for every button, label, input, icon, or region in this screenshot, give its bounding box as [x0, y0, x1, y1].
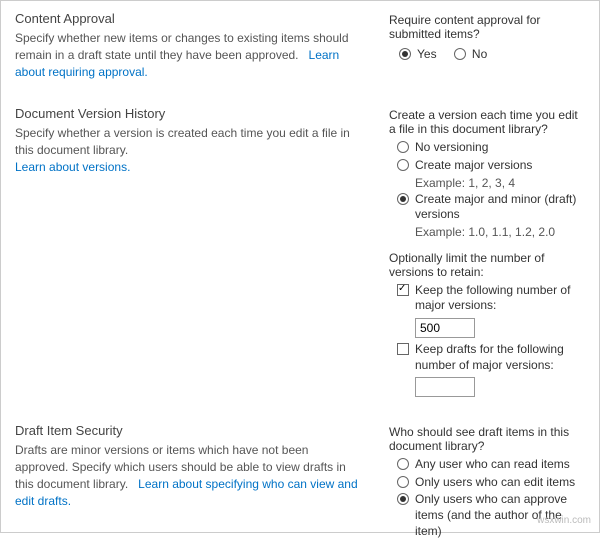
radio-major-minor-row[interactable]: Create major and minor (draft) versions: [397, 192, 585, 223]
input-keep-drafts-count[interactable]: [415, 377, 475, 397]
radio-edit[interactable]: [397, 476, 409, 488]
section-draft-security: Draft Item Security Drafts are minor ver…: [1, 403, 599, 547]
radio-edit-row[interactable]: Only users who can edit items: [397, 475, 585, 491]
radio-no-versioning[interactable]: [397, 141, 409, 153]
radio-yes[interactable]: [399, 48, 411, 60]
radio-major[interactable]: [397, 159, 409, 171]
check-keep-drafts-row[interactable]: Keep drafts for the following number of …: [397, 342, 585, 373]
draft-security-desc: Drafts are minor versions or items which…: [15, 442, 365, 509]
radio-yes-row[interactable]: Yes: [399, 47, 437, 63]
content-approval-title: Content Approval: [15, 11, 365, 26]
content-approval-radios: Yes No: [399, 45, 585, 65]
version-history-title: Document Version History: [15, 106, 365, 121]
radio-major-row[interactable]: Create major versions: [397, 158, 585, 174]
example-major-minor: Example: 1.0, 1.1, 1.2, 2.0: [415, 225, 585, 239]
version-history-desc-text: Specify whether a version is created eac…: [15, 126, 350, 157]
radio-major-minor[interactable]: [397, 193, 409, 205]
version-history-desc: Specify whether a version is created eac…: [15, 125, 365, 175]
radio-approve[interactable]: [397, 493, 409, 505]
label-keep-drafts: Keep drafts for the following number of …: [415, 342, 585, 373]
content-approval-desc: Specify whether new items or changes to …: [15, 30, 365, 80]
draft-question: Who should see draft items in this docum…: [389, 425, 585, 453]
label-major-minor: Create major and minor (draft) versions: [415, 192, 585, 223]
radio-no-label: No: [472, 47, 487, 63]
content-approval-question: Require content approval for submitted i…: [389, 13, 585, 41]
radio-no-versioning-row[interactable]: No versioning: [397, 140, 585, 156]
radio-no[interactable]: [454, 48, 466, 60]
version-history-right: Create a version each time you edit a fi…: [385, 106, 585, 397]
version-question: Create a version each time you edit a fi…: [389, 108, 585, 136]
label-major: Create major versions: [415, 158, 532, 174]
link-versions[interactable]: Learn about versions.: [15, 160, 130, 174]
label-edit: Only users who can edit items: [415, 475, 575, 491]
watermark: wsxwin.com: [537, 515, 591, 526]
limit-question: Optionally limit the number of versions …: [389, 251, 585, 279]
radio-read[interactable]: [397, 458, 409, 470]
content-approval-desc-text: Specify whether new items or changes to …: [15, 31, 349, 62]
radio-yes-label: Yes: [417, 47, 437, 63]
input-keep-major-count[interactable]: [415, 318, 475, 338]
radio-no-row[interactable]: No: [454, 47, 487, 63]
checkbox-keep-major[interactable]: [397, 284, 409, 296]
draft-security-left: Draft Item Security Drafts are minor ver…: [15, 423, 385, 541]
check-keep-major-row[interactable]: Keep the following number of major versi…: [397, 283, 585, 314]
content-approval-left: Content Approval Specify whether new ite…: [15, 11, 385, 80]
content-approval-right: Require content approval for submitted i…: [385, 11, 585, 80]
radio-read-row[interactable]: Any user who can read items: [397, 457, 585, 473]
label-no-versioning: No versioning: [415, 140, 488, 156]
section-content-approval: Content Approval Specify whether new ite…: [1, 1, 599, 86]
version-history-left: Document Version History Specify whether…: [15, 106, 385, 397]
checkbox-keep-drafts[interactable]: [397, 343, 409, 355]
label-read: Any user who can read items: [415, 457, 570, 473]
section-version-history: Document Version History Specify whether…: [1, 86, 599, 403]
example-major: Example: 1, 2, 3, 4: [415, 176, 585, 190]
label-keep-major: Keep the following number of major versi…: [415, 283, 585, 314]
draft-security-title: Draft Item Security: [15, 423, 365, 438]
